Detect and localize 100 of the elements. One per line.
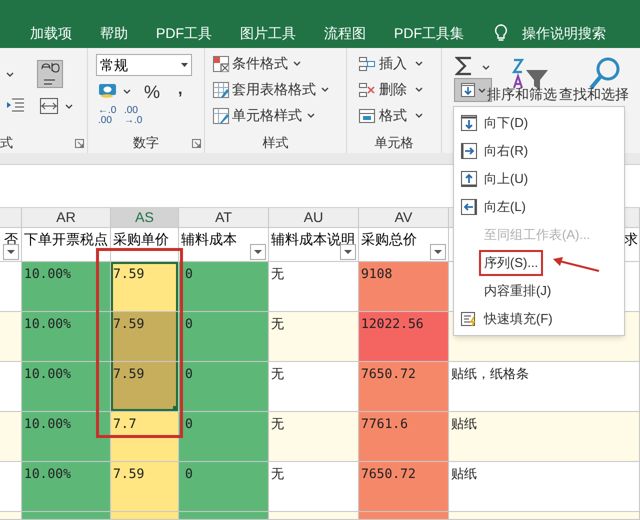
arrow-left-icon bbox=[461, 199, 477, 215]
table-cell: 无 bbox=[269, 312, 359, 362]
ribbon-button[interactable]: 单元格样式 bbox=[213, 105, 315, 126]
filter-dropdown-icon[interactable] bbox=[3, 244, 19, 260]
header-text: 采购单价 bbox=[113, 230, 169, 249]
caret-icon bbox=[123, 89, 131, 94]
column-header[interactable]: AV bbox=[359, 208, 449, 228]
ribbon-button[interactable]: 删除 bbox=[359, 79, 423, 100]
table-cell: 10.00% bbox=[22, 462, 111, 512]
sort-filter-label[interactable]: 排序和筛选 bbox=[487, 86, 557, 102]
sum-icon bbox=[455, 56, 473, 76]
tell-me-search[interactable]: 操作说明搜索 bbox=[522, 22, 606, 44]
table-cell: 无 bbox=[269, 362, 359, 412]
dropdown-arrow-icon bbox=[181, 63, 188, 67]
grid-icon bbox=[213, 108, 229, 124]
table-cell: 10.00% bbox=[22, 262, 111, 312]
arrow-right-icon bbox=[461, 143, 477, 159]
table-cell: 无 bbox=[269, 462, 359, 512]
cells-icon bbox=[359, 108, 375, 124]
caret-icon bbox=[482, 65, 490, 70]
currency-icon bbox=[98, 82, 118, 98]
group-label: 式 bbox=[0, 134, 13, 152]
cells-icon bbox=[359, 56, 375, 72]
wrap-text-icon bbox=[37, 60, 63, 88]
column-header[interactable]: AS bbox=[111, 208, 179, 228]
increase-indent-icon bbox=[6, 98, 24, 112]
ribbon-tab[interactable]: 加载项 bbox=[30, 22, 72, 44]
table-cell: 10.00% bbox=[22, 412, 111, 462]
menu-item[interactable]: 内容重排(J) bbox=[484, 281, 552, 301]
caret-icon bbox=[478, 88, 486, 92]
ribbon-button[interactable]: 条件格式 bbox=[213, 53, 301, 74]
ribbon-button[interactable]: 插入 bbox=[359, 53, 423, 74]
menu-item[interactable]: 向左(L) bbox=[484, 197, 526, 217]
increase-decimal-button[interactable]: ←.0 .00 bbox=[98, 106, 116, 126]
grid-icon bbox=[213, 82, 229, 98]
table-cell: 7761.6 bbox=[359, 412, 449, 462]
table-cell: 7.59 bbox=[111, 462, 179, 512]
column-header[interactable]: AU bbox=[269, 208, 359, 228]
table-cell: 7.7 bbox=[111, 412, 179, 462]
group-label: 样式 bbox=[262, 134, 288, 152]
ribbon-button[interactable]: 套用表格格式 bbox=[213, 79, 329, 100]
caret-icon bbox=[6, 72, 14, 77]
menu-item[interactable]: 序列(S)... bbox=[479, 250, 544, 276]
table-cell: 贴纸 bbox=[449, 412, 640, 462]
column-header[interactable]: AR bbox=[22, 208, 111, 228]
table-cell: 7650.72 bbox=[359, 462, 449, 512]
grid-icon bbox=[213, 56, 229, 72]
header-text: 辅料成本 bbox=[181, 230, 237, 249]
menu-item[interactable]: 向右(R) bbox=[484, 141, 528, 161]
table-cell: 0 bbox=[179, 262, 269, 312]
header-text: 求 bbox=[624, 230, 638, 249]
table-cell: 贴纸 bbox=[449, 462, 640, 512]
table-cell: 7.59 bbox=[111, 362, 179, 412]
header-text: 采购总价 bbox=[361, 230, 417, 249]
percent-button[interactable]: % bbox=[144, 79, 160, 106]
number-format-dropdown[interactable]: 常规 bbox=[96, 54, 192, 76]
menu-item[interactable]: 快速填充(F) bbox=[484, 309, 553, 329]
caret-icon bbox=[321, 87, 329, 92]
table-cell: 贴纸，纸格条 bbox=[449, 362, 640, 412]
group-label: 单元格 bbox=[374, 134, 414, 152]
ribbon-tab[interactable]: 流程图 bbox=[324, 22, 366, 44]
filter-dropdown-icon[interactable] bbox=[430, 244, 446, 260]
header-text: 下单开票税点 bbox=[24, 230, 108, 249]
menu-item[interactable]: 向上(U) bbox=[484, 169, 528, 189]
table-cell: 7650.72 bbox=[359, 362, 449, 412]
cells-icon bbox=[359, 82, 375, 98]
table-cell: 0 bbox=[179, 462, 269, 512]
comma-button[interactable]: , bbox=[178, 78, 182, 102]
caret-icon bbox=[415, 113, 423, 118]
table-cell: 7.59 bbox=[111, 312, 179, 362]
lightbulb-icon bbox=[494, 24, 508, 42]
table-cell: 12022.56 bbox=[359, 312, 449, 362]
column-header[interactable]: AT bbox=[179, 208, 269, 228]
table-cell: 10.00% bbox=[22, 362, 111, 412]
find-select-label[interactable]: 查找和选择 bbox=[559, 86, 629, 102]
dialog-launcher-icon bbox=[75, 139, 84, 148]
ribbon-tab[interactable]: 图片工具 bbox=[240, 22, 296, 44]
filter-dropdown-icon[interactable] bbox=[250, 244, 266, 260]
caret-icon bbox=[415, 87, 423, 92]
dialog-launcher-icon bbox=[192, 139, 201, 148]
decrease-decimal-button[interactable]: .00 →.0 bbox=[124, 106, 142, 126]
table-cell: 9108 bbox=[359, 262, 449, 312]
table-cell: 0 bbox=[179, 362, 269, 412]
ribbon-tab[interactable]: 帮助 bbox=[100, 22, 128, 44]
fill-handle[interactable] bbox=[173, 406, 178, 411]
flash-fill-icon bbox=[461, 311, 477, 327]
caret-icon bbox=[293, 61, 301, 66]
merge-cells-icon bbox=[40, 98, 58, 114]
arrow-icon bbox=[551, 255, 601, 273]
arrow-down-icon bbox=[460, 83, 474, 97]
table-cell: 无 bbox=[269, 412, 359, 462]
ribbon-tab[interactable]: PDF工具 bbox=[156, 22, 212, 44]
ribbon-button[interactable]: 格式 bbox=[359, 105, 423, 126]
table-cell: 10.00% bbox=[22, 312, 111, 362]
caret-icon bbox=[307, 113, 315, 118]
ribbon-tab[interactable]: PDF工具集 bbox=[394, 22, 464, 44]
filter-dropdown-icon[interactable] bbox=[340, 244, 356, 260]
menu-item[interactable]: 向下(D) bbox=[484, 113, 528, 133]
table-cell: 7.59 bbox=[111, 262, 179, 312]
arrow-down-icon bbox=[461, 115, 477, 131]
